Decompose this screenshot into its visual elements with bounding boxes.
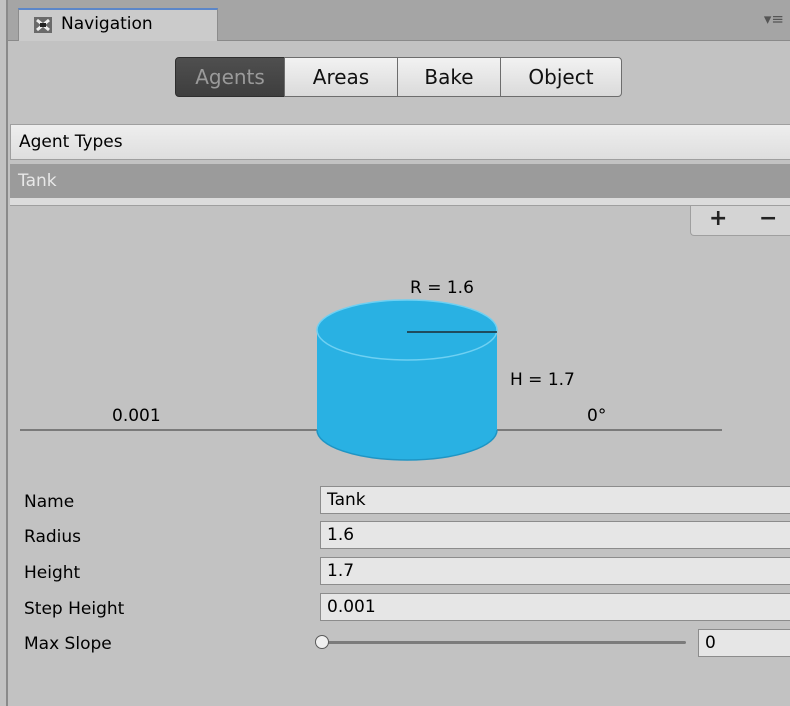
tab-object[interactable]: Object (500, 57, 622, 97)
max-slope-slider[interactable] (320, 641, 686, 644)
max-slope-field[interactable]: 0 (698, 629, 790, 657)
add-agent-button[interactable]: + (709, 206, 727, 231)
tab-agents-label: Agents (195, 65, 265, 89)
tab-areas[interactable]: Areas (284, 57, 398, 97)
list-add-remove-controls: + − (690, 206, 790, 236)
height-field[interactable]: 1.7 (320, 557, 790, 585)
list-footer (10, 198, 790, 206)
radius-label: Radius (24, 527, 82, 547)
max-slope-annotation: 0° (587, 406, 607, 426)
window-border (0, 0, 8, 706)
agent-type-item[interactable]: Tank (10, 164, 790, 198)
context-menu-icon[interactable]: ▾≡ (764, 10, 784, 28)
agent-cylinder-illustration (20, 299, 722, 461)
navigation-tab[interactable]: Navigation (18, 8, 218, 41)
step-height-label: Step Height (24, 599, 125, 619)
step-height-field[interactable]: 0.001 (320, 593, 790, 621)
name-label: Name (24, 492, 75, 512)
tab-bake[interactable]: Bake (397, 57, 501, 97)
name-field[interactable]: Tank (320, 486, 790, 514)
radius-annotation: R = 1.6 (410, 278, 474, 298)
step-height-annotation: 0.001 (112, 406, 161, 426)
height-label: Height (24, 563, 81, 583)
agent-types-header: Agent Types (10, 124, 790, 160)
agent-diagram: R = 1.6 H = 1.7 0.001 0° (10, 240, 790, 470)
max-slope-slider-thumb[interactable] (315, 635, 329, 649)
radius-field[interactable]: 1.6 (320, 521, 790, 549)
tab-title: Navigation (61, 14, 153, 34)
max-slope-label: Max Slope (24, 634, 112, 654)
tab-object-label: Object (528, 65, 594, 89)
tab-areas-label: Areas (312, 65, 370, 89)
navigation-icon (33, 15, 53, 35)
tab-agents[interactable]: Agents (175, 57, 285, 97)
remove-agent-button[interactable]: − (759, 206, 777, 231)
height-annotation: H = 1.7 (510, 370, 575, 390)
window-titlebar: Navigation ▾≡ (8, 0, 790, 41)
tab-bake-label: Bake (424, 65, 474, 89)
